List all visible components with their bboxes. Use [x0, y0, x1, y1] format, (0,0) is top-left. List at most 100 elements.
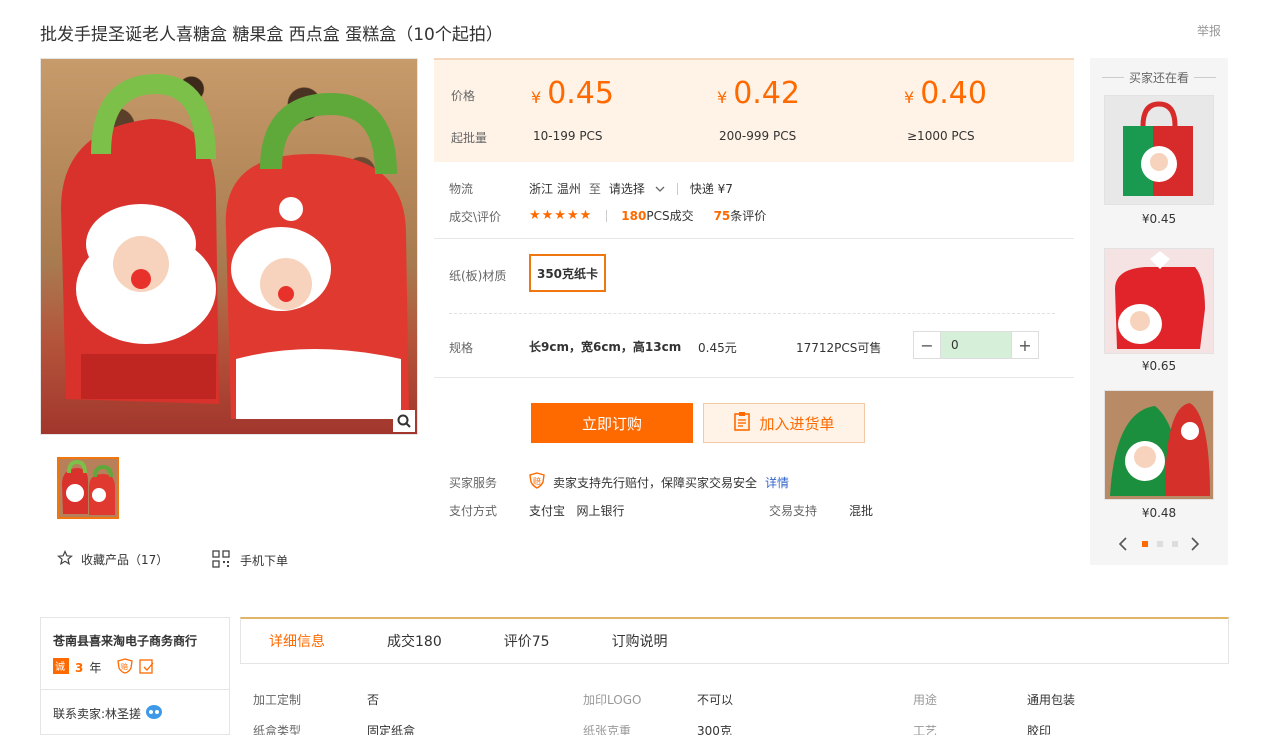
deal-count-unit: PCS成交 [646, 209, 694, 223]
payment-label: 支付方式 [449, 504, 498, 518]
spec-price: 0.45元 [698, 341, 737, 355]
rating-stars: ★★★★★ [529, 208, 593, 223]
service-text: 卖家支持先行赔付，保障买家交易安全 [553, 475, 758, 490]
logistics-row: 浙江 温州 至 请选择 快递 ¥7 [529, 180, 733, 197]
recommend-item-illustration [1105, 96, 1213, 204]
chevron-right-icon[interactable] [1189, 536, 1201, 555]
decrement-button[interactable]: − [914, 332, 940, 358]
shop-name[interactable]: 苍南县喜来淘电子商务商行 [53, 632, 197, 649]
price-tier-1: ¥ 0.45 [531, 76, 614, 111]
service-row: 赔 卖家支持先行赔付，保障买家交易安全 详情 [529, 472, 789, 492]
shop-years-unit: 年 [89, 661, 102, 675]
spec-label: 规格 [449, 341, 474, 355]
trade-support-value: 混批 [849, 504, 874, 518]
recommend-item-image[interactable] [1104, 390, 1214, 500]
separator [676, 182, 678, 195]
attr-value: 不可以 [697, 693, 734, 707]
product-title: 批发手提圣诞老人喜糖盒 糖果盒 西点盒 蛋糕盒（10个起拍） [40, 25, 503, 45]
price-tier-3: ¥ 0.40 [904, 76, 987, 111]
currency-symbol: ¥ [717, 88, 728, 107]
attr-value: 固定纸盒 [367, 724, 416, 735]
review-count-unit: 条评价 [730, 209, 767, 223]
shop-card: 苍南县喜来淘电子商务商行 诚 3 年 赔 联系卖家:林圣搓 [40, 617, 230, 735]
price-tier-2: ¥ 0.42 [717, 76, 800, 111]
shield-icon: 赔 [529, 472, 545, 492]
spec-stock: 17712PCS可售 [796, 341, 882, 355]
gallery-thumbnail[interactable] [57, 457, 119, 519]
destination-select[interactable]: 请选择 [609, 180, 665, 197]
attr-key: 加印LOGO [583, 693, 642, 707]
logistics-label: 物流 [449, 182, 474, 196]
chevron-down-icon [655, 182, 665, 196]
tab-order-notes[interactable]: 订购说明 [612, 631, 668, 651]
report-link[interactable]: 举报 [1197, 22, 1221, 39]
deal-count[interactable]: 180 [621, 209, 646, 223]
price-value: 0.42 [733, 76, 800, 111]
separator [606, 209, 608, 222]
express-fee: 快递 ¥7 [689, 182, 733, 196]
svg-text:诚: 诚 [55, 661, 65, 673]
review-count[interactable]: 75 [714, 209, 731, 223]
attr-key: 工艺 [913, 724, 938, 735]
attr-key: 纸张克重 [583, 724, 632, 735]
attr-value: 胶印 [1027, 724, 1052, 735]
divider [434, 238, 1074, 239]
attr-key: 加工定制 [253, 693, 302, 707]
divider [41, 689, 229, 690]
divider [434, 377, 1074, 378]
tab-reviews[interactable]: 评价75 [504, 631, 550, 651]
contact-seller[interactable]: 联系卖家:林圣搓 [53, 704, 163, 723]
recommend-item-image[interactable] [1104, 248, 1214, 354]
favorite-product-button[interactable]: 收藏产品（17） [57, 550, 168, 569]
svg-text:赔: 赔 [121, 662, 128, 671]
currency-symbol: ¥ [904, 88, 915, 107]
main-product-image[interactable] [40, 58, 418, 435]
recommend-item-illustration [1105, 249, 1213, 353]
qr-code-icon [212, 550, 230, 571]
dashed-divider [449, 313, 1055, 314]
carousel-dot[interactable] [1157, 541, 1163, 547]
ship-from: 浙江 温州 [529, 182, 581, 196]
tab-transactions[interactable]: 成交180 [387, 631, 442, 651]
material-option-350g[interactable]: 350克纸卡 [529, 254, 606, 292]
service-label: 买家服务 [449, 476, 498, 490]
price-value: 0.45 [547, 76, 614, 111]
moq-label: 起批量 [451, 131, 488, 145]
price-value: 0.40 [920, 76, 987, 111]
attr-value: 300克 [697, 724, 732, 735]
carousel-dot-active[interactable] [1142, 541, 1148, 547]
service-details-link[interactable]: 详情 [765, 474, 789, 491]
verified-icon [139, 658, 155, 677]
mobile-order-button[interactable]: 手机下单 [212, 550, 288, 571]
tab-details[interactable]: 详细信息 [269, 631, 325, 651]
quantity-input[interactable]: 0 [940, 332, 1012, 358]
chengxintong-icon: 诚 [53, 658, 69, 677]
product-photo-illustration [61, 73, 409, 419]
qty-range-3: ≥1000 PCS [907, 129, 975, 143]
quantity-stepper: − 0 + [913, 331, 1039, 359]
attr-key: 用途 [913, 693, 938, 707]
thumbnail-illustration [59, 459, 117, 517]
qty-range-2: 200-999 PCS [719, 129, 797, 143]
material-label: 纸(板)材质 [449, 269, 507, 283]
carousel-dot[interactable] [1172, 541, 1178, 547]
add-to-cart-button[interactable]: 加入进货单 [703, 403, 865, 443]
add-to-cart-label: 加入进货单 [759, 414, 835, 433]
recommend-item-price: ¥0.65 [1141, 359, 1177, 373]
wangwang-icon [145, 704, 163, 723]
attr-value: 否 [367, 693, 380, 707]
currency-symbol: ¥ [531, 88, 542, 107]
destination-select-label: 请选择 [608, 182, 645, 196]
shop-years: 3 [75, 660, 84, 675]
zoom-icon[interactable] [393, 410, 415, 432]
favorite-label: 收藏产品（17） [81, 553, 169, 567]
attr-value: 通用包装 [1027, 693, 1076, 707]
increment-button[interactable]: + [1012, 332, 1038, 358]
payment-methods: 支付宝 网上银行 [529, 504, 625, 518]
buy-now-button[interactable]: 立即订购 [531, 403, 693, 443]
clipboard-icon [733, 411, 751, 435]
detail-tabs: 详细信息 成交180 评价75 订购说明 [240, 617, 1229, 664]
shop-badges: 诚 3 年 赔 [53, 658, 155, 677]
chevron-left-icon[interactable] [1117, 536, 1129, 555]
recommend-item-image[interactable] [1104, 95, 1214, 205]
